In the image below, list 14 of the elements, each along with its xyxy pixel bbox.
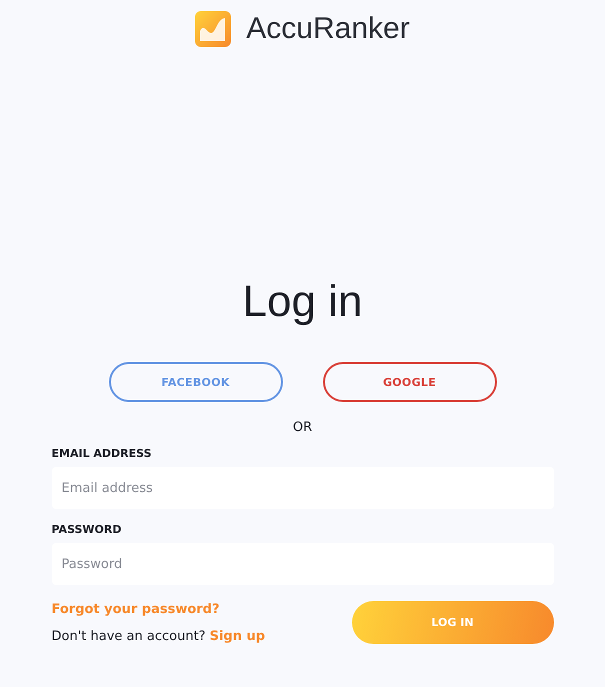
social-login-button[interactable]: FACEBOOK [108, 362, 282, 402]
logo-icon [195, 11, 232, 47]
field-label: EMAIL ADDRESS [52, 447, 153, 460]
social-login-button[interactable]: GOOGLE [322, 362, 496, 402]
field-label: PASSWORD [52, 523, 123, 536]
forgot-password-link[interactable]: Forgot your password? [52, 602, 266, 616]
signup-link[interactable]: Sign up [210, 628, 266, 644]
input-field[interactable]: Email address [52, 467, 554, 509]
signup-prompt: Don't have an account? [52, 628, 206, 644]
separator-text: OR [292, 420, 312, 435]
login-button[interactable]: LOG IN [352, 601, 554, 644]
input-field[interactable]: Password [52, 543, 554, 585]
brand-name: AccuRanker [246, 12, 410, 46]
page-title: Log in [242, 277, 362, 327]
